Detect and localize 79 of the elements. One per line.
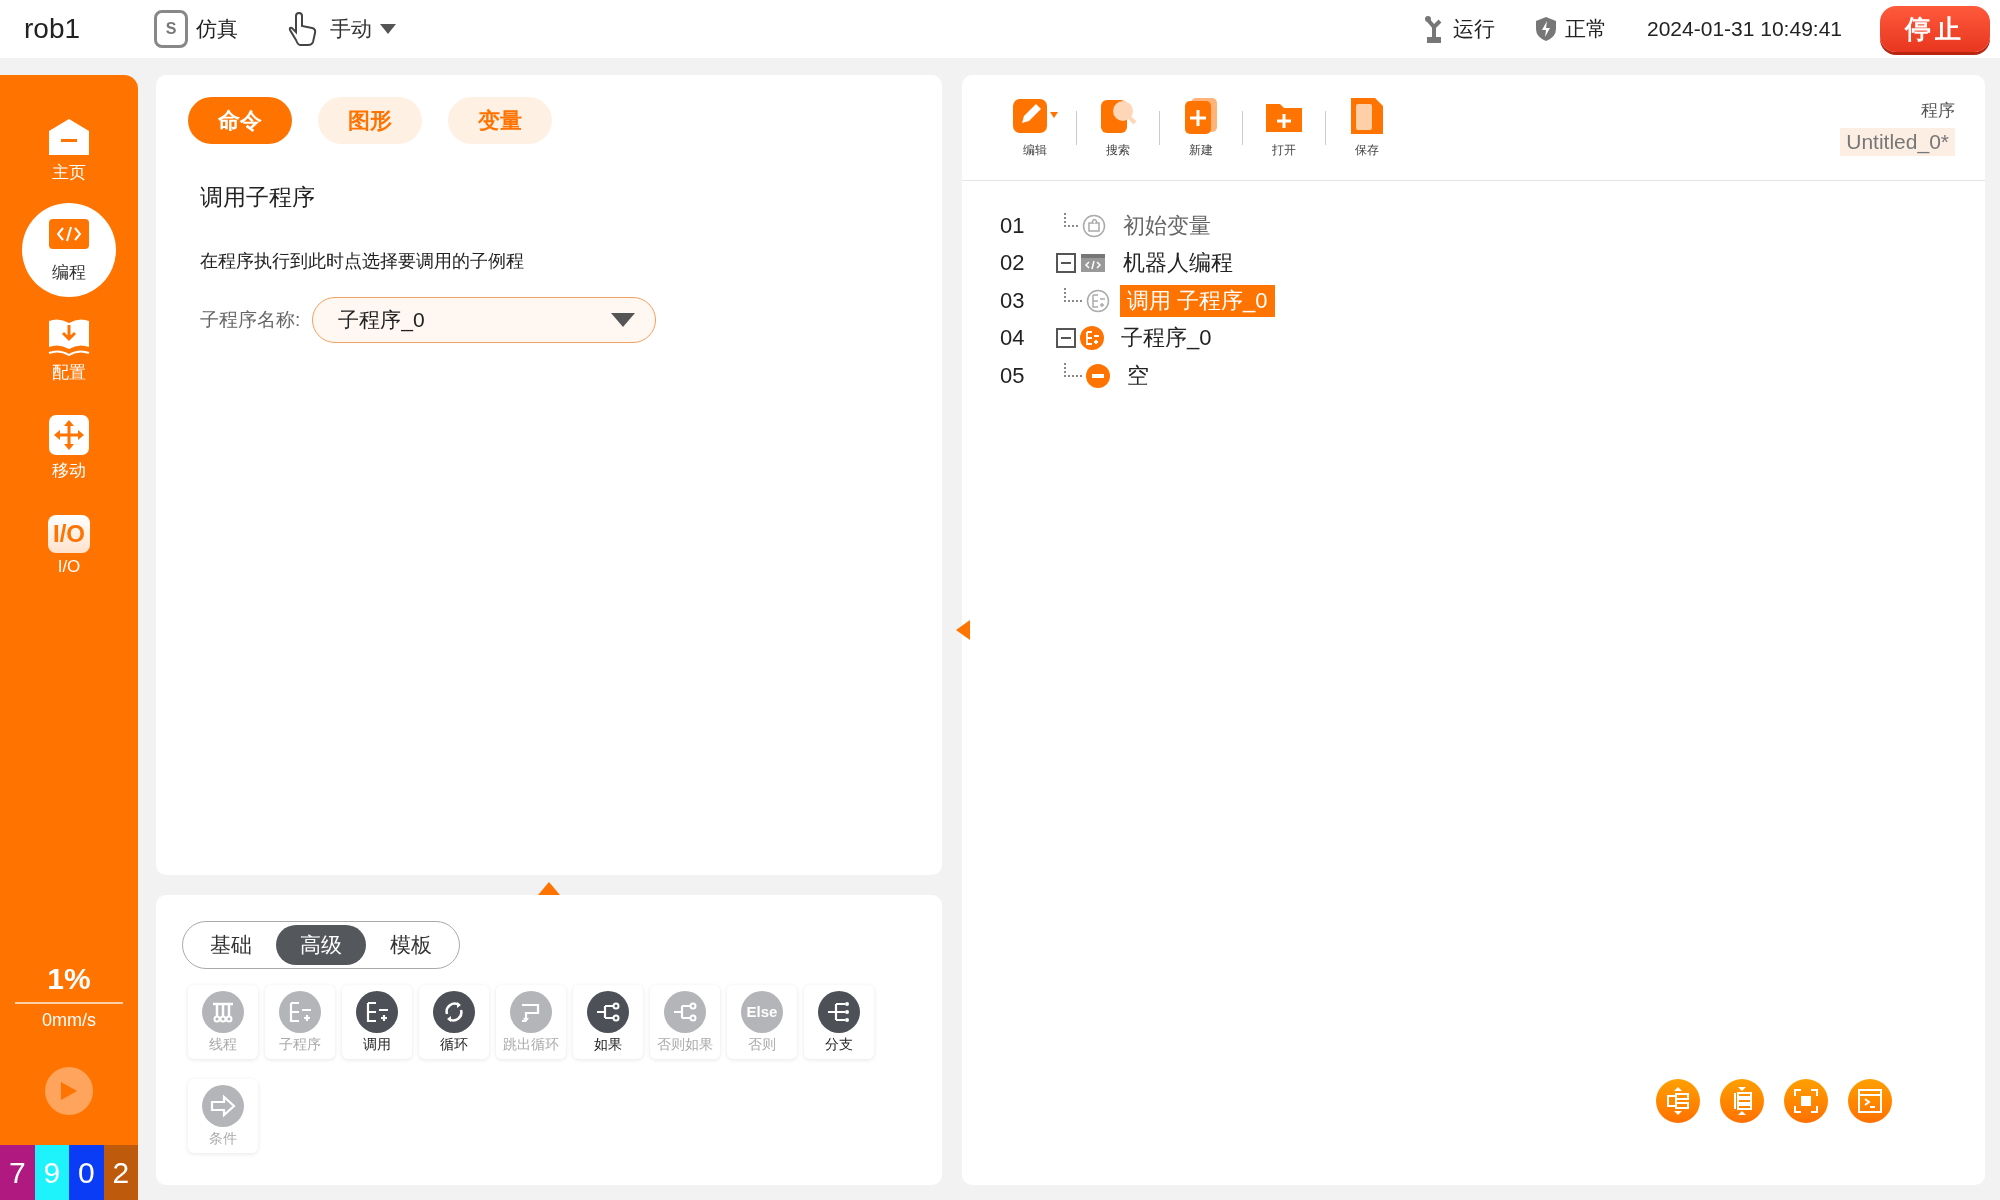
else-icon: Else [741, 990, 783, 1033]
line-number: 02 [1000, 250, 1026, 277]
line-number: 04 [1000, 325, 1026, 352]
io-icon: I/O [48, 515, 90, 553]
minus-circle-icon [1086, 363, 1110, 388]
line-number: 01 [1000, 212, 1026, 239]
caret-icon [611, 313, 636, 327]
terminal-button[interactable] [1848, 1079, 1892, 1123]
toolbar-button[interactable]: 搜索 [1085, 96, 1151, 159]
call-icon [356, 990, 398, 1033]
command-tile[interactable]: 调用 [342, 985, 412, 1059]
subroutine-icon [1080, 326, 1104, 351]
call-icon [1086, 288, 1110, 313]
status-label: 运行 [1453, 16, 1495, 42]
date-time: 2024-01-31 10:49:41 [1647, 17, 1842, 41]
play-icon [60, 1081, 78, 1101]
field-label: 子程序名称: [200, 308, 301, 332]
tree-node[interactable]: 空 [1120, 359, 1156, 392]
code-window-icon [1080, 252, 1106, 275]
digit: 9 [34, 1145, 69, 1200]
segment-tab[interactable]: 高级 [276, 925, 366, 965]
tree-node[interactable]: 子程序_0 [1114, 322, 1219, 355]
digit: 0 [69, 1145, 104, 1200]
loop-icon [433, 990, 475, 1033]
line-number: 03 [1000, 287, 1026, 314]
command-tile[interactable]: 分支 [804, 985, 874, 1059]
simulation-icon: S [154, 10, 189, 48]
shield-icon [1535, 16, 1557, 42]
edit-icon [1011, 96, 1059, 136]
command-description: 在程序执行到此时点选择要调用的子例程 [200, 250, 525, 273]
fit-view-button[interactable] [1784, 1079, 1828, 1123]
download-book-icon [47, 316, 91, 357]
toolbar-button[interactable]: 编辑 [1002, 96, 1068, 159]
program-label: 程序 [1921, 100, 1955, 122]
terminal-icon [1857, 1088, 1883, 1114]
command-title: 调用子程序 [200, 183, 316, 212]
caret-icon [380, 24, 397, 34]
fold-tree-icon [1665, 1086, 1691, 1116]
play-button[interactable] [45, 1067, 93, 1115]
mode-label: 仿真 [196, 16, 239, 42]
speed-percent: 1% [47, 962, 91, 996]
fold-tree-button[interactable] [1656, 1079, 1700, 1123]
break-icon [510, 990, 552, 1033]
nav-item[interactable]: 编程 [22, 203, 116, 297]
tree-connector [1064, 287, 1082, 302]
control-mode-dropdown[interactable]: 手动 [284, 10, 397, 48]
collapse-toggle[interactable] [1056, 328, 1076, 349]
tree-node[interactable]: 初始变量 [1116, 209, 1218, 242]
tree-connector [1064, 212, 1078, 227]
switch-icon [818, 990, 860, 1033]
toolbar-button[interactable]: 新建 [1168, 96, 1234, 159]
speed-value: 0mm/s [42, 1010, 96, 1031]
segment-tab[interactable]: 模板 [366, 925, 456, 965]
unfold-tree-button[interactable] [1720, 1079, 1764, 1123]
line-number: 05 [1000, 362, 1026, 389]
if-icon [587, 990, 629, 1033]
stop-button[interactable]: 停止 [1880, 6, 1990, 52]
status-label: 正常 [1565, 16, 1607, 42]
condition-icon [202, 1084, 244, 1127]
segment-tab[interactable]: 基础 [186, 925, 276, 965]
program-name: Untitled_0* [1840, 128, 1955, 156]
elseif-icon [664, 990, 706, 1033]
digit: 2 [103, 1145, 138, 1200]
move-arrows-icon [47, 414, 91, 455]
digit: 7 [0, 1145, 35, 1200]
thread-icon [202, 990, 244, 1033]
tree-node[interactable]: 机器人编程 [1116, 247, 1240, 280]
toolbar-button[interactable]: 打开 [1251, 96, 1317, 159]
command-tile[interactable]: 如果 [573, 985, 643, 1059]
collapse-toggle[interactable] [1056, 253, 1076, 274]
toolbar-button[interactable]: 保存 [1334, 96, 1400, 159]
collapse-arrow[interactable] [956, 620, 970, 643]
subroutine-select[interactable]: 子程序_0 [312, 297, 657, 343]
tree-connector [1064, 362, 1082, 377]
fit-view-icon [1793, 1088, 1819, 1114]
home-icon [47, 116, 91, 157]
robot-name: rob1 [24, 13, 81, 45]
subroutine-icon [279, 990, 321, 1033]
command-tile[interactable]: 循环 [419, 985, 489, 1059]
